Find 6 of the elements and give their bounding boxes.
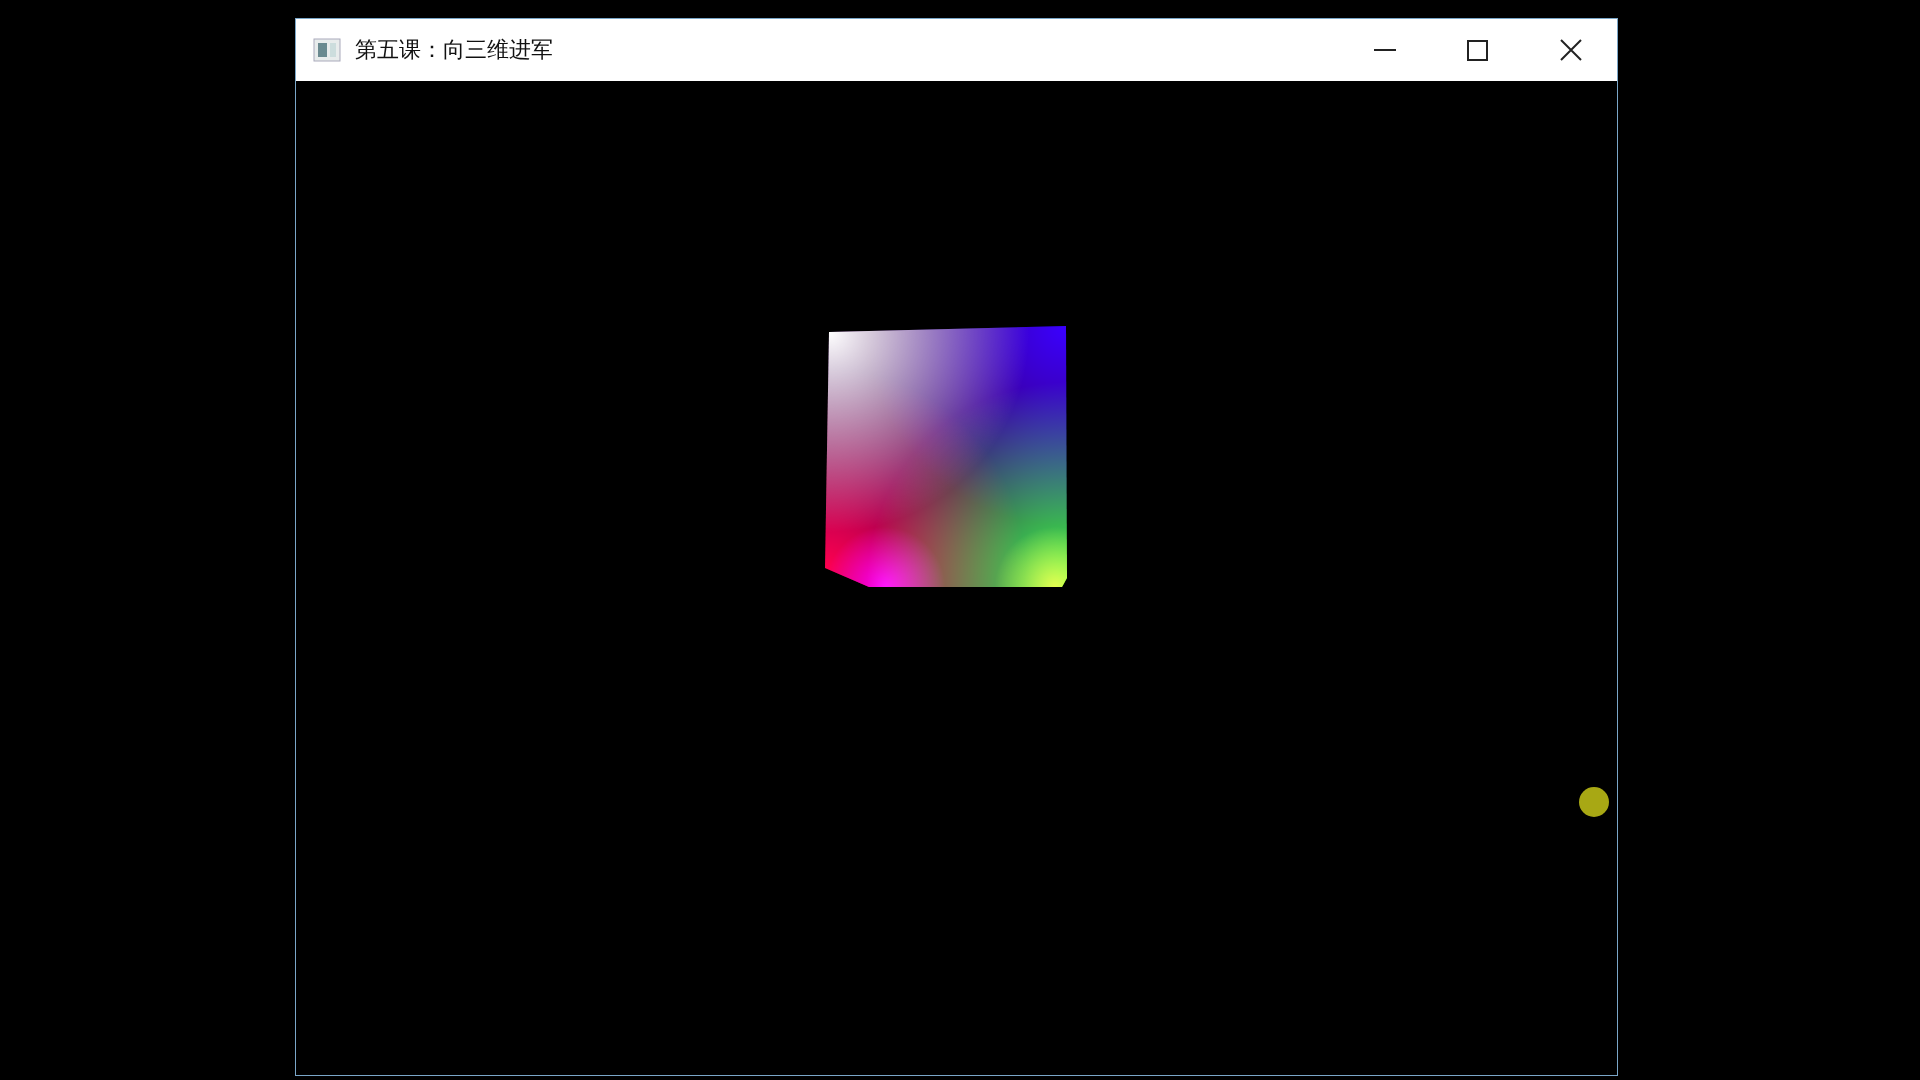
maximize-icon xyxy=(1467,39,1488,61)
window-title: 第五课：向三维进军 xyxy=(355,36,554,64)
minimize-icon xyxy=(1373,49,1396,51)
app-icon xyxy=(313,38,341,62)
dot-marker xyxy=(1579,787,1609,817)
close-icon xyxy=(1559,39,1582,61)
